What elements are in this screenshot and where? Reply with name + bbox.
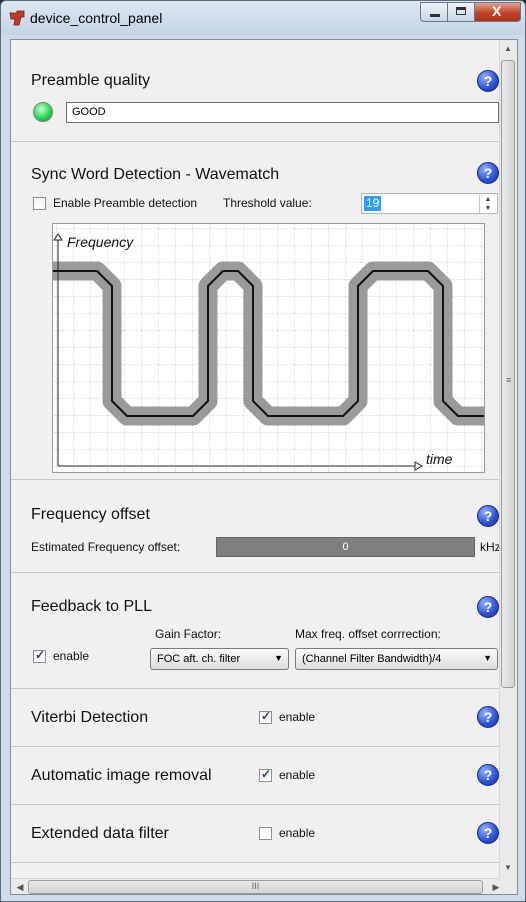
help-icon[interactable]: ?: [477, 162, 499, 184]
wavematch-plot-svg: Frequency time: [53, 224, 484, 472]
status-led-icon: [33, 102, 53, 122]
extended-filter-enable-label: enable: [279, 826, 316, 840]
chevron-down-icon: ▼: [483, 653, 492, 663]
feedback-pll-section: Feedback to PLL ? Gain Factor: Max freq.…: [11, 573, 508, 689]
help-icon[interactable]: ?: [477, 505, 499, 527]
horizontal-scrollbar[interactable]: ◀ III ▶: [11, 878, 508, 894]
horizontal-scroll-thumb[interactable]: III: [28, 880, 483, 894]
title-bar[interactable]: device_control_panel X: [1, 1, 525, 35]
frequency-offset-section: Frequency offset ? Estimated Frequency o…: [11, 480, 508, 573]
close-button[interactable]: X: [475, 2, 521, 22]
wavematch-plot: Frequency time: [52, 223, 485, 473]
maximize-icon: [456, 7, 466, 15]
enable-preamble-detection-label: Enable Preamble detection: [53, 196, 198, 210]
help-icon[interactable]: ?: [477, 596, 499, 618]
max-correction-dropdown[interactable]: (Channel Filter Bandwidth)/4 ▼: [295, 648, 498, 670]
vertical-scrollbar[interactable]: ▲ ≡ ▼: [499, 40, 517, 878]
gain-factor-dropdown[interactable]: FOC aft. ch. filter ▼: [150, 648, 289, 670]
spin-down-icon[interactable]: ▼: [480, 204, 496, 213]
window-controls: X: [420, 2, 521, 24]
vertical-scroll-thumb[interactable]: ≡: [501, 60, 515, 688]
threshold-value: 19: [364, 196, 382, 211]
viterbi-title: Viterbi Detection: [31, 709, 149, 726]
max-correction-label: Max freq. offset corrrection:: [295, 627, 441, 641]
offset-unit-label: kHz: [480, 540, 501, 554]
chevron-down-icon: ▼: [274, 653, 283, 663]
image-removal-title: Automatic image removal: [31, 767, 212, 784]
threshold-label: Threshold value:: [223, 196, 312, 210]
pll-enable-checkbox[interactable]: [33, 648, 46, 663]
window-title: device_control_panel: [30, 10, 163, 26]
max-correction-value: (Channel Filter Bandwidth)/4: [302, 653, 442, 665]
image-removal-section: Automatic image removal enable ?: [11, 747, 508, 805]
scroll-corner: [500, 878, 517, 894]
viterbi-section: Viterbi Detection enable ?: [11, 689, 508, 747]
help-icon[interactable]: ?: [477, 70, 499, 92]
image-removal-enable-checkbox[interactable]: [259, 767, 272, 782]
frequency-offset-bar: 0: [216, 537, 475, 557]
extended-filter-enable-checkbox[interactable]: [259, 827, 272, 840]
preamble-quality-section: Preamble quality ? GOOD: [11, 40, 508, 142]
pll-enable-label: enable: [53, 649, 90, 663]
y-axis-label: Frequency: [67, 234, 134, 250]
spin-up-icon[interactable]: ▲: [480, 195, 496, 204]
device-control-window: device_control_panel X Preamble quality …: [0, 0, 526, 902]
grip-icon: ≡: [506, 375, 512, 385]
gain-factor-label: Gain Factor:: [155, 627, 222, 641]
x-axis-label: time: [426, 451, 453, 467]
preamble-quality-title: Preamble quality: [31, 72, 151, 89]
help-icon[interactable]: ?: [477, 822, 499, 844]
maximize-button[interactable]: [448, 2, 475, 22]
image-removal-enable-label: enable: [279, 768, 316, 782]
viterbi-enable-label: enable: [279, 710, 316, 724]
viterbi-enable-checkbox[interactable]: [259, 709, 272, 724]
help-icon[interactable]: ?: [477, 706, 499, 728]
sync-word-title: Sync Word Detection - Wavematch: [31, 166, 280, 183]
minimize-icon: [430, 14, 440, 17]
minimize-button[interactable]: [420, 2, 448, 22]
feedback-pll-title: Feedback to PLL: [31, 598, 152, 615]
extended-filter-section: Extended data filter enable ?: [11, 805, 508, 863]
spin-buttons[interactable]: ▲ ▼: [479, 195, 496, 213]
estimated-offset-label: Estimated Frequency offset:: [31, 540, 181, 554]
ti-logo-icon: [9, 10, 25, 26]
preamble-quality-status-field: GOOD: [66, 102, 499, 123]
client-area: Preamble quality ? GOOD Sync Word Detect…: [10, 39, 518, 895]
threshold-spinbox[interactable]: 19 ▲ ▼: [361, 193, 498, 214]
help-icon[interactable]: ?: [477, 764, 499, 786]
frequency-offset-title: Frequency offset: [31, 506, 150, 523]
enable-preamble-detection-checkbox[interactable]: [33, 197, 46, 210]
panel-content: Preamble quality ? GOOD Sync Word Detect…: [11, 40, 508, 878]
scroll-up-icon[interactable]: ▲: [500, 41, 516, 57]
scroll-left-icon[interactable]: ◀: [12, 879, 28, 894]
close-icon: X: [492, 3, 502, 19]
extended-filter-title: Extended data filter: [31, 825, 169, 842]
scroll-down-icon[interactable]: ▼: [500, 860, 516, 876]
gain-factor-value: FOC aft. ch. filter: [157, 653, 241, 665]
